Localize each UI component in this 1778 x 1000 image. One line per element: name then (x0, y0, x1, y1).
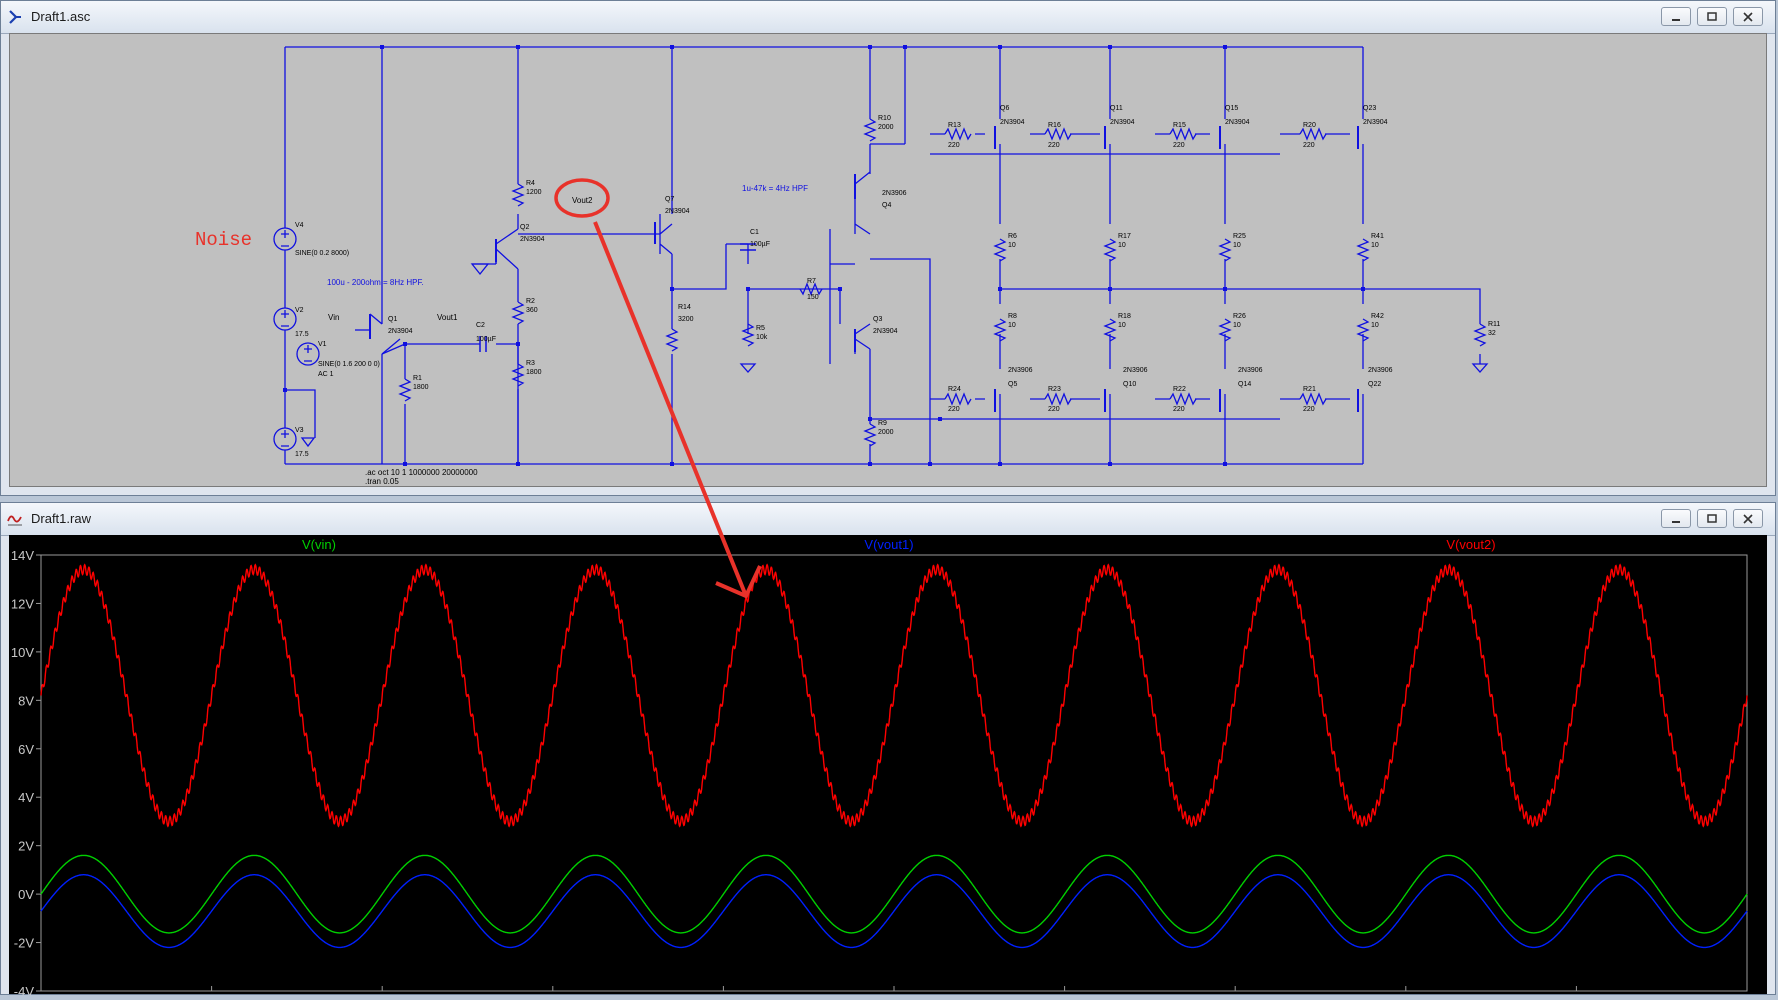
resistor-label-r25: R25 10 (1233, 233, 1246, 249)
resistor-label-r4: R4 1200 (526, 180, 542, 196)
y-tick-label: 10V (11, 645, 34, 660)
y-tick-label: 12V (11, 596, 34, 611)
legend-entry: V(vout1) (864, 537, 913, 552)
transistor-label-q15: Q15 2N3904 (1225, 105, 1250, 126)
close-button[interactable] (1733, 509, 1763, 528)
resistor-label-r13: R13 220 (948, 122, 961, 149)
capacitor-label-c1: C1 100µF (750, 229, 770, 248)
node-label-vin: Vin (328, 313, 340, 322)
y-tick-label: -4V (14, 984, 35, 995)
transistor-label-q22: 2N3906 Q22 (1368, 367, 1393, 388)
legend-entry: V(vout2) (1446, 537, 1495, 552)
close-button[interactable] (1733, 7, 1763, 26)
ltspice-schematic-icon (7, 9, 23, 25)
y-tick-label: 2V (18, 839, 34, 854)
schematic-canvas[interactable]: Noise 100u - 200ohm = 8Hz HPF. 1u-47k = … (9, 33, 1767, 487)
trace-v-vin- (40, 854, 1748, 934)
resistor-label-r18: R18 10 (1118, 313, 1131, 329)
maximize-button[interactable] (1697, 7, 1727, 26)
waveform-plot[interactable]: 14V12V10V8V6V4V2V0V-2V-4V0ms5ms10ms15ms2… (9, 535, 1769, 1000)
transistor-label-q14: 2N3906 Q14 (1238, 367, 1263, 388)
resistor-label-r22: R22 220 (1173, 386, 1186, 413)
transistor-label-q7: Q7 2N3904 (665, 196, 690, 215)
transistor-label-q23: Q23 2N3904 (1363, 105, 1388, 126)
resistor-label-r21: R21 220 (1303, 386, 1316, 413)
capacitor-label-c2: C2 100µF (476, 322, 496, 343)
transistor-label-q2: Q2 2N3904 (520, 224, 545, 243)
waveform-canvas[interactable]: 14V12V10V8V6V4V2V0V-2V-4V0ms5ms10ms15ms2… (9, 535, 1769, 1000)
resistor-label-r24: R24 220 (948, 386, 961, 413)
trace-v-vout2- (40, 563, 1748, 828)
source-v1: V1 SINE(0 1.6 200 0 0) AC 1 (318, 341, 380, 378)
resistor-label-r26: R26 10 (1233, 313, 1246, 329)
y-tick-label: 0V (18, 887, 34, 902)
resistor-label-r42: R42 10 (1371, 313, 1384, 329)
source-v3: V3 17.5 (295, 427, 309, 458)
resistor-label-r23: R23 220 (1048, 386, 1061, 413)
resistor-label-r41: R41 10 (1371, 233, 1384, 249)
y-tick-label: 4V (18, 790, 34, 805)
y-tick-label: 14V (11, 548, 34, 563)
resistor-label-r20: R20 220 (1303, 122, 1316, 149)
hpf2-note: 1u-47k = 4Hz HPF (742, 184, 809, 193)
resistor-label-r3: R3 1800 (526, 360, 542, 376)
resistor-label-r14: R14 3200 (678, 304, 694, 323)
transistor-label-q10: 2N3906 Q10 (1123, 367, 1148, 388)
resistor-label-r6: R6 10 (1008, 233, 1017, 249)
resistor-symbols (398, 118, 1487, 447)
resistor-label-r11: R11 32 (1488, 321, 1501, 337)
schematic-titlebar[interactable]: Draft1.asc (1, 1, 1775, 34)
minimize-button[interactable] (1661, 7, 1691, 26)
wires (284, 46, 1481, 465)
waveform-window: Draft1.raw 14V12V10V8V6V4V2V0V-2V-4V0ms5… (0, 502, 1776, 1000)
noise-label: Noise (195, 229, 253, 251)
ac-command[interactable]: .ac oct 10 1 1000000 20000000 (365, 468, 478, 477)
minimize-button[interactable] (1661, 509, 1691, 528)
node-label-vout2: Vout2 (572, 196, 593, 205)
resistor-label-r9: R9 2000 (878, 420, 894, 436)
resistor-label-r16: R16 220 (1048, 122, 1061, 149)
schematic-window: Draft1.asc Noise 100u - 200ohm = 8Hz HPF… (0, 0, 1776, 496)
source-v2: V2 17.5 (295, 307, 309, 338)
y-tick-label: 6V (18, 742, 34, 757)
legend-entry: V(vin) (302, 537, 336, 552)
schematic-title: Draft1.asc (31, 9, 91, 24)
transistor-label-q1: Q1 2N3904 (388, 316, 413, 335)
transistor-label-q5: 2N3906 Q5 (1008, 367, 1033, 388)
resistor-label-r2: R2 360 (526, 298, 538, 314)
resistor-label-r1: R1 1800 (413, 375, 429, 391)
resistor-label-r17: R17 10 (1118, 233, 1131, 249)
trace-v-vout1- (40, 874, 1748, 949)
y-tick-label: -2V (14, 936, 35, 951)
source-v4: V4 SINE(0 0.2 8000) (295, 222, 350, 257)
waveform-titlebar[interactable]: Draft1.raw (1, 503, 1775, 536)
tran-command[interactable]: .tran 0.05 (365, 477, 399, 486)
resistor-label-r10: R10 2000 (878, 115, 894, 131)
y-tick-label: 8V (18, 693, 34, 708)
junction-dots (283, 45, 1365, 466)
waveform-title: Draft1.raw (31, 511, 91, 526)
transistor-label-q11: Q11 2N3904 (1110, 105, 1135, 126)
resistor-label-r7: R7 150 (807, 278, 819, 301)
resistor-label-r8: R8 10 (1008, 313, 1017, 329)
resistor-label-r5: R5 10k (756, 325, 768, 341)
transistor-label-q6: Q6 2N3904 (1000, 105, 1025, 126)
capacitor-symbols (479, 243, 756, 352)
maximize-button[interactable] (1697, 509, 1727, 528)
waveform-icon (7, 511, 23, 527)
resistor-label-r15: R15 220 (1173, 122, 1186, 149)
node-label-vout1: Vout1 (437, 313, 458, 322)
transistor-label-q4: 2N3906 Q4 (882, 190, 907, 209)
hpf1-note: 100u - 200ohm = 8Hz HPF. (327, 278, 424, 287)
plot-frame (40, 554, 1748, 992)
transistor-label-q3: Q3 2N3904 (873, 316, 898, 335)
